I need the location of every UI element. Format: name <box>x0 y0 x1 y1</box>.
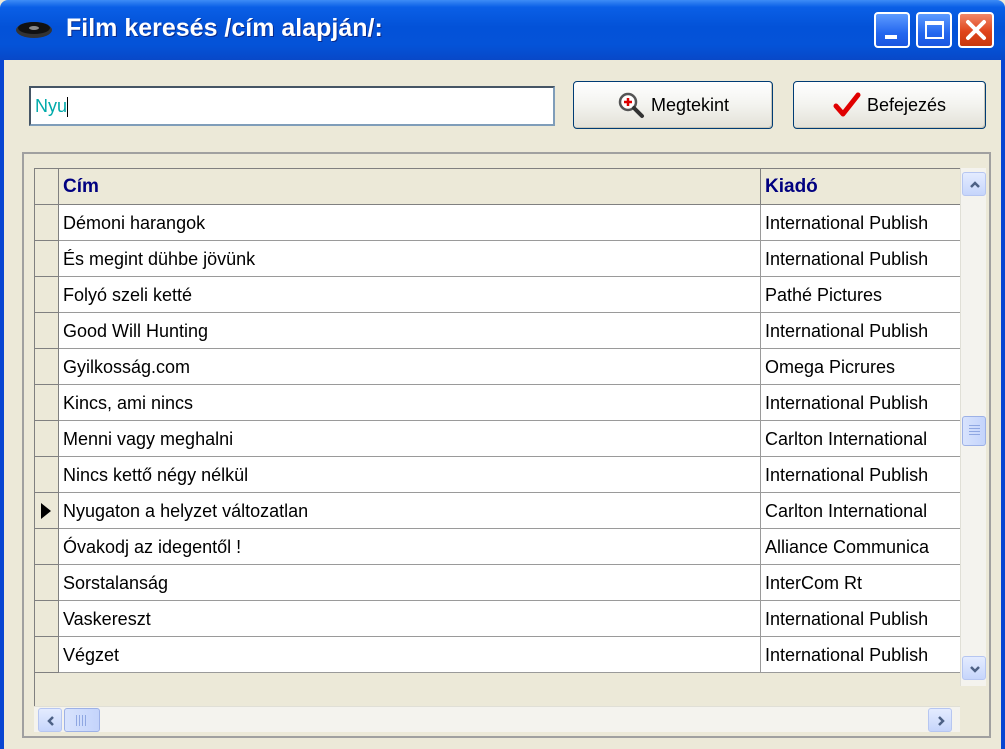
row-indicator[interactable] <box>35 529 59 565</box>
table-row[interactable]: Démoni harangok International Publish <box>35 205 961 241</box>
magnifier-icon <box>618 92 644 118</box>
row-indicator[interactable] <box>35 421 59 457</box>
minimize-button[interactable] <box>874 12 910 48</box>
checkmark-icon <box>833 92 861 117</box>
grip-icon <box>969 425 980 437</box>
row-indicator[interactable] <box>35 565 59 601</box>
publisher-cell[interactable]: International Publish <box>761 385 961 421</box>
table-row[interactable]: Gyilkosság.com Omega Picrures <box>35 349 961 385</box>
publisher-cell[interactable]: International Publish <box>761 601 961 637</box>
row-indicator[interactable] <box>35 277 59 313</box>
row-indicator[interactable] <box>35 601 59 637</box>
vertical-scrollbar[interactable] <box>960 168 986 686</box>
table-row-selected[interactable]: Nyugaton a helyzet változatlan Carlton I… <box>35 493 961 529</box>
row-indicator[interactable] <box>35 349 59 385</box>
table-row[interactable]: Végzet International Publish <box>35 637 961 673</box>
table-row[interactable]: Nincs kettő négy nélkül International Pu… <box>35 457 961 493</box>
film-reel-icon <box>16 22 52 38</box>
publisher-cell[interactable]: InterCom Rt <box>761 565 961 601</box>
title-cell[interactable]: Nyugaton a helyzet változatlan <box>59 493 761 529</box>
title-cell[interactable]: Folyó szeli ketté <box>59 277 761 313</box>
title-cell[interactable]: És megint dühbe jövünk <box>59 241 761 277</box>
maximize-button[interactable] <box>916 12 952 48</box>
row-indicator[interactable] <box>35 637 59 673</box>
close-button[interactable] <box>958 12 994 48</box>
horizontal-scroll-thumb[interactable] <box>64 708 100 732</box>
publisher-cell[interactable]: Pathé Pictures <box>761 277 961 313</box>
title-cell[interactable]: Sorstalanság <box>59 565 761 601</box>
scroll-down-button[interactable] <box>962 656 986 680</box>
view-button-label: Megtekint <box>650 94 730 115</box>
chevron-left-icon <box>47 716 54 726</box>
publisher-cell[interactable]: Omega Picrures <box>761 349 961 385</box>
chevron-up-icon <box>970 181 980 188</box>
window-title: Film keresés /cím alapján/: <box>66 14 383 42</box>
column-header-title[interactable]: Cím <box>59 169 761 205</box>
minimize-icon <box>885 35 897 39</box>
finish-button-label: Befejezés <box>866 94 947 115</box>
title-cell[interactable]: Óvakodj az idegentől ! <box>59 529 761 565</box>
row-indicator[interactable] <box>35 493 59 529</box>
grip-icon <box>76 715 88 726</box>
publisher-cell[interactable]: International Publish <box>761 637 961 673</box>
finish-button[interactable]: Befejezés <box>793 81 986 129</box>
row-indicator[interactable] <box>35 241 59 277</box>
search-input-value: Nyu <box>35 96 68 116</box>
publisher-cell[interactable]: International Publish <box>761 205 961 241</box>
chevron-down-icon <box>970 666 980 673</box>
table-row[interactable]: És megint dühbe jövünk International Pub… <box>35 241 961 277</box>
title-cell[interactable]: Good Will Hunting <box>59 313 761 349</box>
title-cell[interactable]: Kincs, ami nincs <box>59 385 761 421</box>
vertical-scroll-thumb[interactable] <box>962 416 986 446</box>
table-row[interactable]: Sorstalanság InterCom Rt <box>35 565 961 601</box>
publisher-cell[interactable]: Carlton International <box>761 493 961 529</box>
horizontal-scrollbar[interactable] <box>34 706 960 732</box>
maximize-icon <box>925 21 944 39</box>
title-cell[interactable]: Nincs kettő négy nélkül <box>59 457 761 493</box>
row-indicator[interactable] <box>35 205 59 241</box>
title-bar[interactable]: Film keresés /cím alapján/: <box>0 0 1005 60</box>
publisher-cell[interactable]: International Publish <box>761 313 961 349</box>
publisher-cell[interactable]: International Publish <box>761 241 961 277</box>
row-indicator[interactable] <box>35 457 59 493</box>
title-cell[interactable]: Végzet <box>59 637 761 673</box>
table-row[interactable]: Óvakodj az idegentől ! Alliance Communic… <box>35 529 961 565</box>
title-cell[interactable]: Démoni harangok <box>59 205 761 241</box>
row-pointer-icon <box>41 503 51 519</box>
row-indicator[interactable] <box>35 313 59 349</box>
table-row[interactable]: Good Will Hunting International Publish <box>35 313 961 349</box>
publisher-cell[interactable]: Carlton International <box>761 421 961 457</box>
scroll-up-button[interactable] <box>962 172 986 196</box>
grid-body[interactable]: Cím Kiadó Démoni harangok International … <box>34 168 961 708</box>
publisher-cell[interactable]: International Publish <box>761 457 961 493</box>
column-header-publisher[interactable]: Kiadó <box>761 169 961 205</box>
row-indicator[interactable] <box>35 385 59 421</box>
title-cell[interactable]: Menni vagy meghalni <box>59 421 761 457</box>
search-input[interactable]: Nyu <box>29 86 555 126</box>
chevron-right-icon <box>938 716 945 726</box>
view-button[interactable]: Megtekint <box>573 81 773 129</box>
header-indicator-cell <box>35 169 59 205</box>
scroll-right-button[interactable] <box>928 708 952 732</box>
title-cell[interactable]: Gyilkosság.com <box>59 349 761 385</box>
close-icon <box>966 20 986 40</box>
table-row[interactable]: Menni vagy meghalni Carlton Internationa… <box>35 421 961 457</box>
title-cell[interactable]: Vaskereszt <box>59 601 761 637</box>
table-row[interactable]: Vaskereszt International Publish <box>35 601 961 637</box>
table-row[interactable]: Kincs, ami nincs International Publish <box>35 385 961 421</box>
results-grid[interactable]: Cím Kiadó Démoni harangok International … <box>22 152 991 738</box>
window-frame-left <box>0 60 4 749</box>
scroll-left-button[interactable] <box>38 708 62 732</box>
table-row[interactable]: Folyó szeli ketté Pathé Pictures <box>35 277 961 313</box>
publisher-cell[interactable]: Alliance Communica <box>761 529 961 565</box>
window-frame-right <box>1001 60 1005 749</box>
text-caret <box>67 97 69 118</box>
